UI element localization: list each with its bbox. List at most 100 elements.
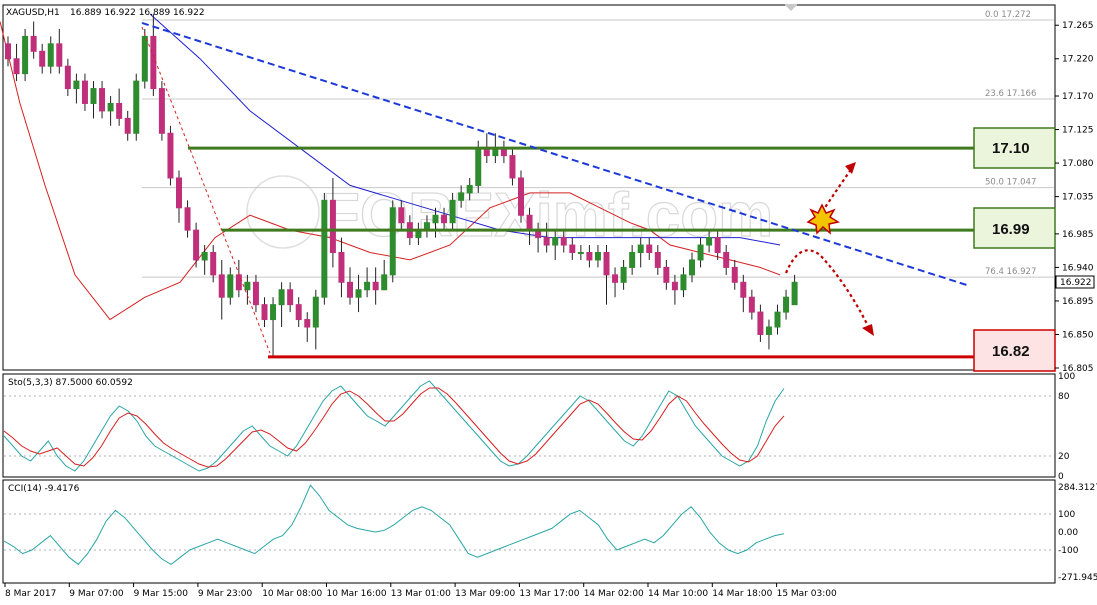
candle-body (5, 43, 11, 60)
candle-body (706, 237, 713, 246)
stoch-tick-label: 0 (1058, 472, 1064, 482)
chart-ohlc: 16.889 16.922 16.889 16.922 (70, 8, 205, 18)
chart-symbol: XAGUSD,H1 (6, 8, 60, 18)
candle-body (372, 281, 379, 291)
current-price-text: 16.922 (1060, 278, 1092, 288)
candle-body (398, 207, 405, 224)
candle-body (620, 266, 627, 283)
candle-body (783, 296, 790, 313)
stoch-title: Sto(5,3,3) 87.5000 60.0592 (8, 378, 133, 388)
time-tick-label: 15 Mar 03:00 (777, 589, 837, 599)
time-tick-label: 9 Mar 23:00 (198, 589, 253, 599)
candle-body (723, 251, 730, 268)
candle-body (731, 266, 738, 283)
fib-label: 76.4 16.927 (985, 267, 1036, 277)
candle-body (355, 289, 362, 298)
candle-body (509, 155, 516, 179)
candle-body (663, 266, 670, 283)
candle-body (680, 274, 687, 291)
fib-label: 50.0 17.047 (985, 178, 1036, 188)
candle-body (364, 281, 371, 291)
time-axis: 8 Mar 2017 9 Mar 07:00 9 Mar 15:00 9 Mar 23… (4, 583, 837, 599)
candle-body (39, 50, 46, 67)
candle-body (689, 259, 695, 276)
candle-body (466, 184, 473, 194)
time-tick-label: 14 Mar 18:00 (712, 589, 772, 599)
candle-body (167, 132, 174, 179)
candle-body (22, 35, 29, 75)
candle-body (338, 251, 345, 283)
candle-body (475, 147, 482, 186)
stoch-axis: 100 80 20 0 (1058, 372, 1075, 482)
candle-body (646, 244, 653, 253)
candle-body (30, 35, 37, 52)
price-tick-label: 16.940 (1062, 263, 1094, 273)
candle-body (141, 35, 148, 82)
cci-title: CCI(14) -9.4176 (8, 484, 80, 494)
candle-body (381, 274, 388, 291)
candle-body (210, 251, 217, 276)
candle-body (107, 102, 114, 112)
time-tick-label: 14 Mar 10:00 (648, 589, 708, 599)
candle-body (577, 251, 584, 254)
candle-body (449, 199, 456, 224)
candle-body (201, 251, 208, 261)
candle-body (441, 214, 448, 224)
cci-tick-label: 284.3127 (1058, 483, 1097, 493)
stoch-tick-label: 100 (1058, 372, 1075, 382)
candle-body (158, 88, 165, 134)
cci-panel-frame (2, 479, 1056, 584)
candle-body (278, 289, 285, 306)
candle-body (321, 199, 328, 298)
time-tick-label: 10 Mar 16:00 (327, 589, 387, 599)
cci-tick-label: -100 (1058, 546, 1079, 556)
cci-axis: 284.3127 100 0.00 -100 -271.9451 (1058, 483, 1097, 583)
price-tick-label: 17.125 (1062, 126, 1094, 136)
level-text-1710: 17.10 (992, 140, 1030, 157)
candle-body (432, 214, 439, 224)
candle-body (740, 281, 747, 298)
stoch-tick-label: 80 (1058, 392, 1070, 402)
candle-body (757, 311, 764, 335)
candle-body (518, 177, 524, 216)
candle-body (64, 65, 71, 90)
candle-body (287, 289, 294, 306)
candle-body (99, 88, 106, 112)
candle-body (560, 237, 567, 246)
candle-body (244, 281, 251, 291)
price-tick-label: 17.220 (1062, 55, 1094, 65)
candle-body (270, 304, 277, 321)
candle-body (193, 229, 200, 261)
candle-body (697, 244, 704, 261)
time-tick-label: 13 Mar 17:00 (519, 589, 579, 599)
candle-body (765, 326, 772, 335)
chart-svg: FOREXimf.com 0.0 17.27223.6 17.16650.0 1… (0, 4, 1097, 599)
candle-body (227, 274, 234, 298)
level-label-1710: 17.10 (973, 127, 1056, 169)
price-tick-label: 17.035 (1062, 193, 1094, 203)
candle-body (176, 177, 182, 209)
time-tick-label: 8 Mar 2017 (5, 589, 56, 599)
candle-body (184, 207, 191, 231)
candle-body (47, 43, 54, 67)
candle-body (133, 80, 140, 134)
current-price-tag: 16.922 (1055, 275, 1095, 289)
time-tick-label: 13 Mar 01:00 (391, 589, 451, 599)
time-tick-label: 10 Mar 08:00 (262, 589, 322, 599)
candle-body (552, 237, 559, 246)
stoch-panel-frame (2, 373, 1056, 478)
level-text-1699: 16.99 (992, 221, 1030, 238)
price-tick-label: 17.265 (1062, 21, 1094, 31)
candle-body (458, 192, 465, 201)
candle-body (13, 58, 20, 75)
candle-body (218, 274, 225, 298)
cci-tick-label: 0.00 (1058, 528, 1078, 538)
candle-body (90, 88, 97, 104)
candle-body (347, 281, 353, 298)
cci-tick-label: -271.9451 (1058, 573, 1097, 583)
price-tick-label: 16.850 (1062, 330, 1094, 340)
time-tick-label: 14 Mar 02:00 (584, 589, 644, 599)
time-tick-label: 13 Mar 09:00 (455, 589, 515, 599)
candle-body (671, 281, 678, 291)
candle-body (304, 319, 311, 328)
